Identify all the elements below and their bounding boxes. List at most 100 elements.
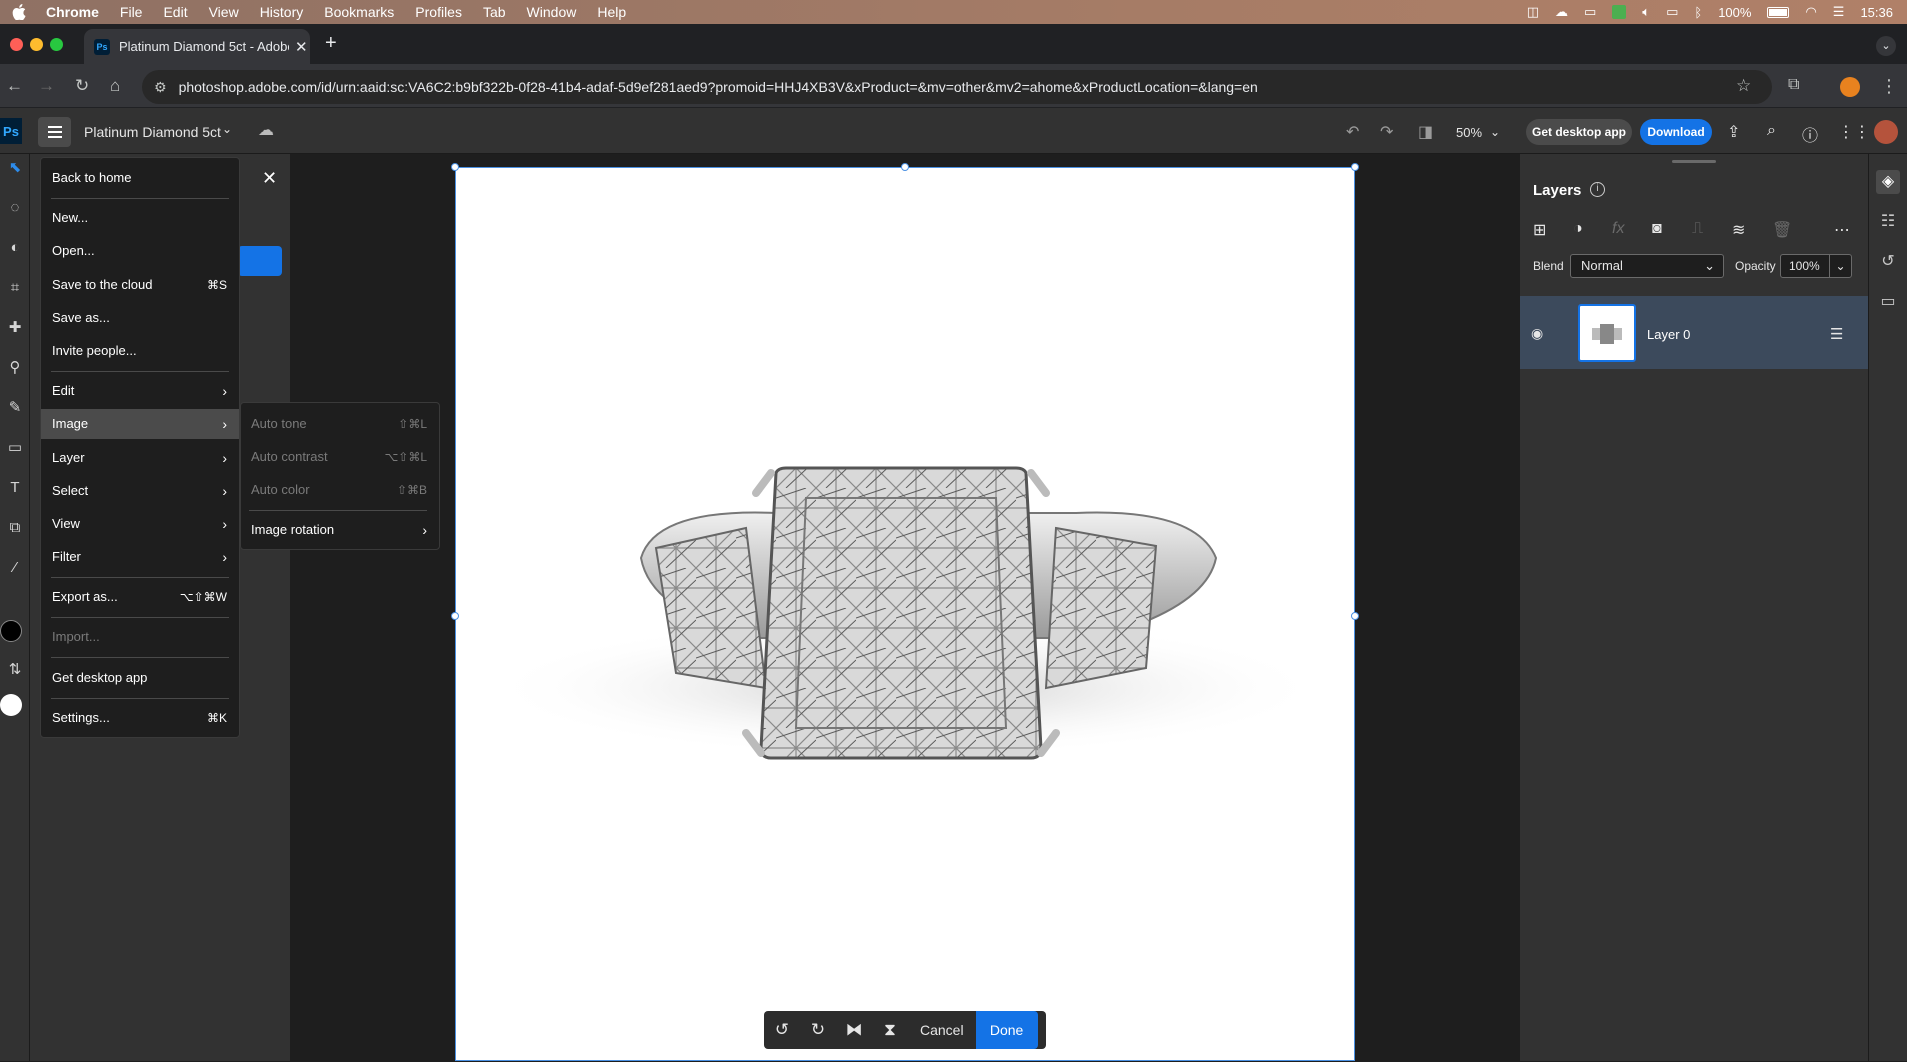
transform-handle-right[interactable] [1351, 612, 1359, 620]
battery-icon[interactable] [1767, 6, 1790, 18]
creative-cloud-icon[interactable]: ☁ [1555, 4, 1568, 20]
browser-tab[interactable]: Ps Platinum Diamond 5ct - Adobe Photosho… [84, 29, 310, 64]
volume-icon[interactable]: 🔈︎ [1642, 4, 1650, 20]
more-options-icon[interactable]: ⋯ [1834, 220, 1850, 240]
type-tool-icon[interactable]: T [0, 474, 30, 502]
close-tab-icon[interactable]: ✕ [295, 38, 308, 56]
transform-handle-top[interactable] [901, 163, 909, 171]
window-minimize-button[interactable] [30, 38, 43, 51]
blend-mode-select[interactable]: Normal ⌄ [1570, 254, 1724, 278]
info-icon[interactable]: i [1590, 182, 1605, 197]
layer-properties-icon[interactable]: ☰ [1830, 325, 1843, 343]
quick-select-icon[interactable]: ◐ [0, 234, 30, 262]
crop-tool-icon[interactable]: ⌗ [0, 274, 30, 302]
reload-icon[interactable]: ↻ [75, 76, 89, 96]
foreground-color-swatch[interactable] [0, 620, 22, 642]
delete-layer-icon[interactable]: 🗑︎ [1772, 220, 1792, 240]
menu-get-desktop-app[interactable]: Get desktop app [41, 663, 239, 693]
share-icon[interactable]: ⇪ [1727, 122, 1740, 142]
clip-mask-icon[interactable]: ⎍ [1692, 220, 1703, 238]
menu-settings[interactable]: Settings... ⌘K [41, 703, 239, 733]
document-name[interactable]: Platinum Diamond 5ct [84, 124, 221, 140]
zoom-chevron-icon[interactable]: ⌄ [1490, 125, 1500, 139]
document-canvas[interactable] [455, 167, 1355, 1061]
transform-handle-left[interactable] [451, 612, 459, 620]
apple-icon[interactable] [12, 4, 26, 20]
menu-invite-people[interactable]: Invite people... [41, 336, 239, 366]
menu-open[interactable]: Open... [41, 236, 239, 266]
panel-drag-handle[interactable] [1672, 160, 1716, 163]
flip-vertical-icon[interactable]: ⧗ [872, 1020, 908, 1040]
undo-icon[interactable]: ↶ [1346, 122, 1359, 142]
menu-image[interactable]: Image › [41, 409, 239, 439]
layer-thumbnail[interactable] [1578, 304, 1636, 362]
submenu-image-rotation[interactable]: Image rotation › [241, 515, 439, 545]
window-close-button[interactable] [10, 38, 23, 51]
move-tool-icon[interactable]: ⬉ [0, 154, 30, 182]
cancel-button[interactable]: Cancel [920, 1022, 964, 1038]
display-icon[interactable]: ▭ [1666, 4, 1678, 20]
menu-layer[interactable]: Layer › [41, 443, 239, 473]
get-desktop-app-button[interactable]: Get desktop app [1526, 119, 1632, 145]
help-icon[interactable]: ⓘ [1802, 122, 1818, 146]
compare-icon[interactable]: ◨ [1418, 122, 1433, 142]
submenu-auto-color[interactable]: Auto color ⇧⌘B [241, 475, 439, 505]
menu-filter[interactable]: Filter › [41, 542, 239, 572]
hamburger-menu-button[interactable] [38, 117, 71, 147]
bookmark-star-icon[interactable]: ☆ [1736, 76, 1751, 96]
layer-row[interactable] [1520, 296, 1868, 369]
apps-grid-icon[interactable]: ⋮⋮ [1838, 122, 1870, 142]
menubar-profiles[interactable]: Profiles [415, 4, 462, 20]
drive-icon[interactable]: ▭ [1584, 4, 1596, 20]
menu-select[interactable]: Select › [41, 476, 239, 506]
lasso-tool-icon[interactable]: ◌ [0, 194, 30, 222]
brush-tool-icon[interactable]: ✎ [0, 394, 30, 422]
rotate-left-icon[interactable]: ↺ [764, 1020, 800, 1040]
browser-menu-icon[interactable]: ⋮ [1880, 76, 1898, 97]
adjustments-rail-icon[interactable]: ☷ [1876, 210, 1900, 234]
back-icon[interactable]: ← [6, 76, 23, 96]
menubar-file[interactable]: File [120, 4, 143, 20]
forward-icon[interactable]: → [38, 76, 55, 96]
tab-search-icon[interactable]: ⌄ [1876, 36, 1896, 56]
menubar-view[interactable]: View [209, 4, 239, 20]
shape-tool-icon[interactable]: ▭ [0, 434, 30, 462]
opacity-input[interactable]: 100% ⌄ [1780, 254, 1852, 278]
chevron-down-icon[interactable]: ⌄ [222, 122, 232, 136]
download-button[interactable]: Download [1640, 119, 1712, 145]
menu-import[interactable]: Import... [41, 622, 239, 652]
rotate-right-icon[interactable]: ↻ [800, 1020, 836, 1040]
comments-rail-icon[interactable]: ▭ [1876, 290, 1900, 314]
photoshop-logo[interactable]: Ps [0, 118, 22, 144]
transform-handle-top-right[interactable] [1351, 163, 1359, 171]
menubar-tab[interactable]: Tab [483, 4, 506, 20]
menu-view[interactable]: View › [41, 509, 239, 539]
flip-horizontal-icon[interactable]: ⧓ [836, 1020, 872, 1040]
eyedropper-icon[interactable]: ⁄ [0, 554, 30, 582]
submenu-auto-tone[interactable]: Auto tone ⇧⌘L [241, 409, 439, 439]
menubar-bookmarks[interactable]: Bookmarks [324, 4, 394, 20]
layer-name[interactable]: Layer 0 [1647, 327, 1690, 342]
transform-handle-top-left[interactable] [451, 163, 459, 171]
menubar-edit[interactable]: Edit [163, 4, 187, 20]
submenu-auto-contrast[interactable]: Auto contrast ⌥⇧⌘L [241, 442, 439, 472]
cast-icon[interactable]: ◫ [1527, 4, 1539, 20]
chevron-down-icon[interactable]: ⌄ [1829, 255, 1851, 277]
home-icon[interactable]: ⌂ [110, 76, 120, 96]
mask-icon[interactable]: ◙ [1652, 220, 1662, 238]
menu-back-to-home[interactable]: Back to home [41, 163, 239, 193]
add-layer-icon[interactable]: ⊞ [1533, 220, 1546, 240]
place-image-icon[interactable]: ⧉ [0, 514, 30, 542]
layers-rail-icon[interactable]: ◈ [1876, 170, 1900, 194]
menu-new[interactable]: New... [41, 203, 239, 233]
menubar-window[interactable]: Window [527, 4, 577, 20]
menubar-app-name[interactable]: Chrome [46, 4, 99, 20]
clone-stamp-icon[interactable]: ⚲ [0, 354, 30, 382]
bluetooth-icon[interactable]: ᛒ [1694, 5, 1702, 20]
search-icon[interactable]: ⌕ [1767, 122, 1776, 140]
layer-stack-icon[interactable]: ≋ [1732, 220, 1745, 240]
new-tab-icon[interactable]: + [325, 32, 337, 55]
clock[interactable]: 15:36 [1860, 5, 1893, 20]
menubar-help[interactable]: Help [597, 4, 626, 20]
window-zoom-button[interactable] [50, 38, 63, 51]
